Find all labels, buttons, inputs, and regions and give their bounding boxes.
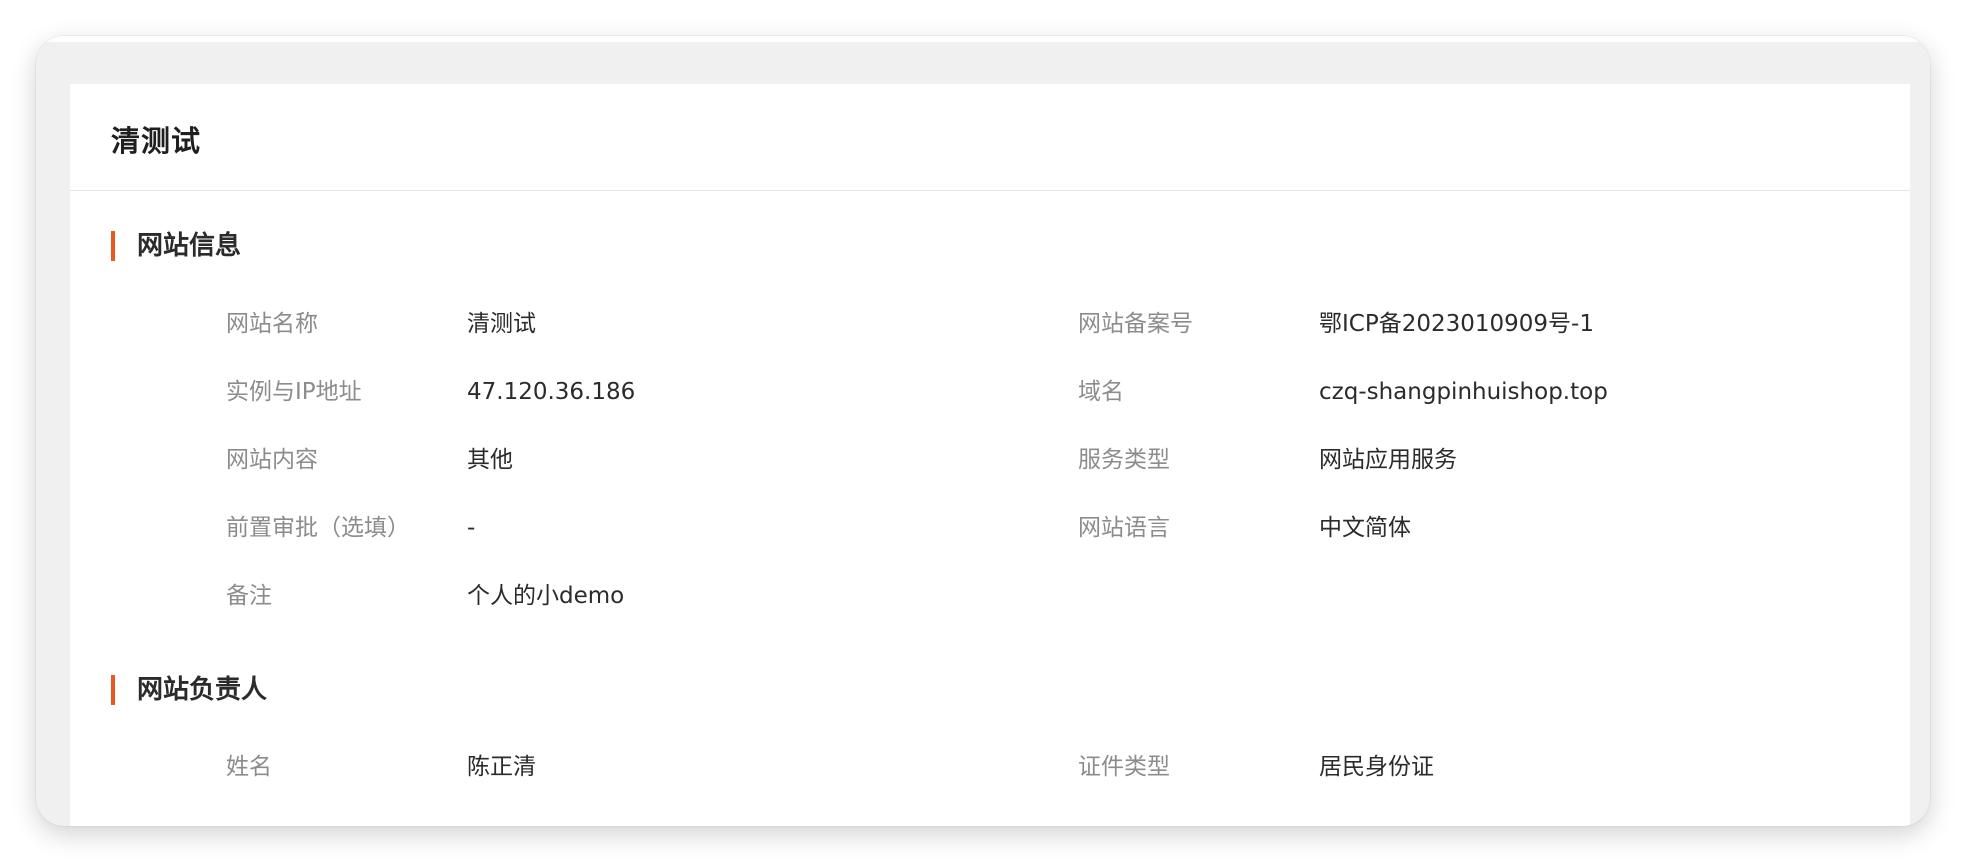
field-label-site-content: 网站内容 bbox=[226, 447, 318, 473]
field-label-site-name: 网站名称 bbox=[226, 311, 318, 337]
field-label-remarks: 备注 bbox=[226, 583, 272, 609]
info-row: 前置审批（选填） - 网站语言 中文简体 bbox=[70, 511, 1910, 545]
field-label-pre-approval: 前置审批（选填） bbox=[226, 515, 410, 541]
info-row: 备注 个人的小demo bbox=[70, 579, 1910, 613]
field-label-instance-ip: 实例与IP地址 bbox=[226, 379, 362, 405]
info-row: 网站名称 清测试 网站备案号 鄂ICP备2023010909号-1 bbox=[70, 307, 1910, 341]
info-row: 网站内容 其他 服务类型 网站应用服务 bbox=[70, 443, 1910, 477]
field-label-site-language: 网站语言 bbox=[1078, 515, 1170, 541]
field-value-id-type: 居民身份证 bbox=[1319, 754, 1434, 780]
info-row: 姓名 陈正清 证件类型 居民身份证 bbox=[70, 750, 1910, 784]
field-value-domain: czq-shangpinhuishop.top bbox=[1319, 379, 1608, 405]
field-value-instance-ip: 47.120.36.186 bbox=[467, 379, 636, 405]
field-value-icp-number: 鄂ICP备2023010909号-1 bbox=[1319, 311, 1594, 337]
window-topline bbox=[36, 36, 1930, 42]
info-row: 实例与IP地址 47.120.36.186 域名 czq-shangpinhui… bbox=[70, 375, 1910, 409]
section-title-website-info: 网站信息 bbox=[111, 231, 241, 261]
field-label-service-type: 服务类型 bbox=[1078, 447, 1170, 473]
field-value-site-language: 中文简体 bbox=[1319, 515, 1411, 541]
field-value-pre-approval: - bbox=[467, 515, 476, 541]
panel-header: 清测试 bbox=[70, 84, 1910, 191]
field-value-name: 陈正清 bbox=[467, 754, 536, 780]
field-value-site-content: 其他 bbox=[467, 447, 513, 473]
section-title-site-owner: 网站负责人 bbox=[111, 675, 267, 705]
field-label-id-type: 证件类型 bbox=[1078, 754, 1170, 780]
field-label-name: 姓名 bbox=[226, 754, 272, 780]
field-value-site-name: 清测试 bbox=[467, 311, 536, 337]
field-value-service-type: 网站应用服务 bbox=[1319, 447, 1457, 473]
detail-panel: 清测试 网站信息 网站名称 清测试 网站备案号 鄂ICP备2023010909号… bbox=[70, 84, 1910, 826]
field-label-icp-number: 网站备案号 bbox=[1078, 311, 1193, 337]
field-value-remarks: 个人的小demo bbox=[467, 583, 625, 609]
field-label-domain: 域名 bbox=[1078, 379, 1124, 405]
window: 清测试 网站信息 网站名称 清测试 网站备案号 鄂ICP备2023010909号… bbox=[36, 36, 1930, 826]
page-title: 清测试 bbox=[111, 124, 202, 158]
